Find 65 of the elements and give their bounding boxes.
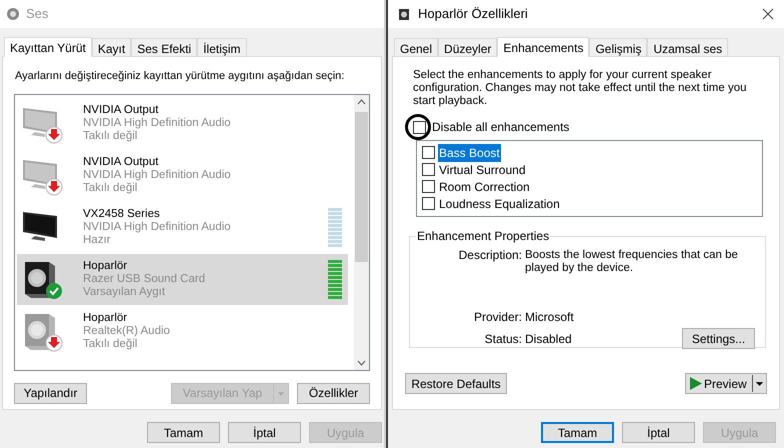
field-label: Description: <box>458 249 522 264</box>
device-driver: NVIDIA High Definition Audio <box>83 168 232 182</box>
dialog-button[interactable]: Tamam <box>541 422 614 443</box>
tab[interactable]: Enhancements <box>497 37 590 57</box>
tab[interactable]: Kayıttan Yürüt <box>4 37 92 57</box>
provider-text: Microsoft <box>525 309 574 326</box>
window-title: Hoparlör Özellikleri <box>418 5 529 24</box>
device-name: Hoparlör <box>83 312 128 324</box>
device-item[interactable]: NVIDIA Output NVIDIA High Definition Audio Takılı değil <box>17 98 348 148</box>
device-driver: Realtek(R) Audio <box>83 324 171 338</box>
checkbox[interactable] <box>422 197 435 210</box>
device-driver: NVIDIA High Definition Audio <box>83 116 232 130</box>
device-item[interactable]: NVIDIA Output NVIDIA High Definition Audio Takılı değil <box>17 150 348 200</box>
checkbox[interactable] <box>422 146 435 159</box>
field-label: Provider: <box>472 309 522 326</box>
device-driver: NVIDIA High Definition Audio <box>83 220 232 234</box>
enhancement-item[interactable]: Room Correction <box>438 178 531 196</box>
tab[interactable]: Kayıt <box>92 38 132 56</box>
configure-button[interactable]: Yapılandır <box>14 382 87 404</box>
device-status: Varsayılan Aygıt <box>83 286 166 298</box>
device-status: Hazır <box>83 234 112 246</box>
instruction-text: Select the enhancements to apply for your current speaker configuration. Changes may not take effect until the next time you start playback. <box>413 69 748 108</box>
device-name: NVIDIA Output <box>83 156 160 168</box>
tab[interactable]: İletişim <box>197 38 247 56</box>
device-status: Takılı değil <box>83 338 138 350</box>
description-text: Boosts the lowest frequencies that can be played by the device. <box>525 249 739 275</box>
device-driver: Razer USB Sound Card <box>83 272 206 286</box>
instruction-text: Ayarlarını değiştireceğiniz kayıttan yürütme aygıtını aşağıdan seçin: <box>15 69 346 84</box>
checkbox-label: Disable all enhancements <box>432 119 570 136</box>
tab[interactable]: Gelişmiş <box>589 38 648 56</box>
device-name: VX2458 Series <box>83 208 161 220</box>
dialog-button[interactable]: İptal <box>228 422 301 443</box>
status-text: Disabled <box>525 330 573 348</box>
properties-button[interactable]: Özellikler <box>297 382 370 404</box>
close-icon[interactable] <box>762 8 774 20</box>
device-status: Takılı değil <box>83 130 138 142</box>
device-name: Hoparlör <box>83 260 128 272</box>
tab[interactable]: Genel <box>394 38 438 56</box>
window-title: Ses <box>26 5 50 24</box>
tab[interactable]: Düzeyler <box>438 38 498 56</box>
preview-button[interactable]: Preview <box>685 373 767 394</box>
checkbox[interactable] <box>422 180 435 193</box>
speaker-icon <box>6 7 20 21</box>
dialog-button[interactable]: İptal <box>622 422 695 443</box>
device-status: Takılı değil <box>83 182 138 194</box>
field-label: Status: <box>484 330 522 348</box>
device-item[interactable]: VX2458 Series NVIDIA High Definition Audio Hazır <box>17 202 348 252</box>
restore-defaults-button[interactable]: Restore Defaults <box>405 373 507 394</box>
enhancement-item[interactable]: Bass Boost <box>438 144 501 162</box>
device-name: NVIDIA Output <box>83 104 160 116</box>
scrollbar[interactable] <box>354 94 369 370</box>
play-icon <box>689 377 702 390</box>
device-item[interactable]: Hoparlör Razer USB Sound Card Varsayılan Aygıt <box>17 254 348 304</box>
checkbox[interactable] <box>413 120 426 134</box>
device-item[interactable]: Hoparlör Realtek(R) Audio Takılı değil <box>17 306 348 356</box>
checkbox[interactable] <box>422 163 435 176</box>
settings-button[interactable]: Settings... <box>682 328 755 349</box>
tab[interactable]: Ses Efekti <box>131 38 198 56</box>
speaker-icon <box>398 8 410 20</box>
dialog-button[interactable]: Tamam <box>147 422 220 443</box>
enhancement-item[interactable]: Virtual Surround <box>438 160 526 178</box>
group-legend: Enhancement Properties <box>416 229 550 243</box>
tab[interactable]: Uzamsal ses <box>647 38 728 56</box>
enhancement-item[interactable]: Loudness Equalization <box>438 194 561 212</box>
dropdown-icon[interactable] <box>752 375 766 392</box>
